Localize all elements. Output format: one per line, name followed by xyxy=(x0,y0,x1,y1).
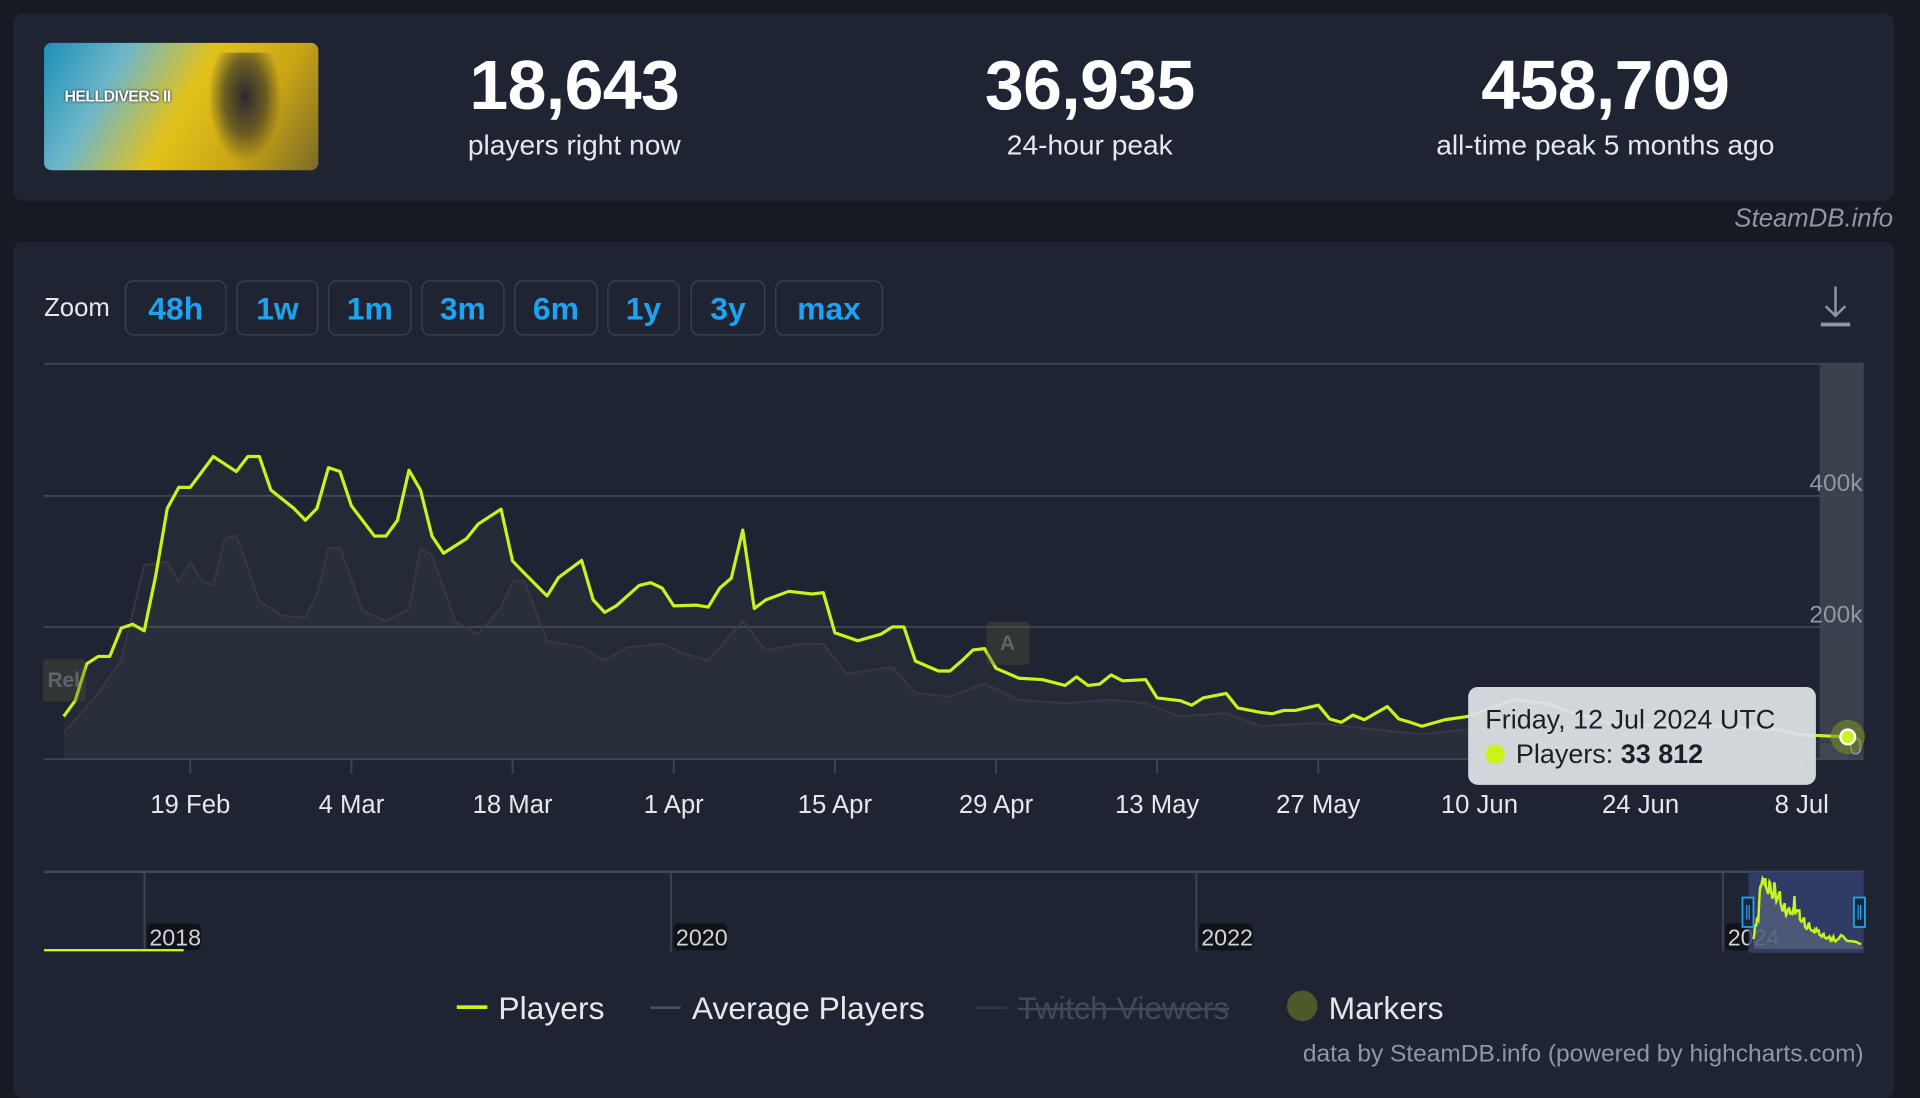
players-dot-icon xyxy=(1485,744,1505,764)
y-tick-label: 400k xyxy=(1809,470,1863,497)
players-line-icon xyxy=(457,1005,488,1009)
x-tick-label: 18 Mar xyxy=(473,791,553,819)
player-count-chart[interactable]: 0200k400k 19 Feb4 Mar18 Mar1 Apr15 Apr29… xyxy=(0,0,1920,1080)
x-tick-label: 29 Apr xyxy=(959,791,1034,819)
navigator-handle[interactable] xyxy=(1854,898,1865,927)
marker-label: A xyxy=(1000,632,1015,655)
tooltip-value: 33 812 xyxy=(1621,738,1703,769)
twitch-line-icon xyxy=(976,1007,1007,1009)
x-tick-label: 27 May xyxy=(1276,791,1360,819)
legend-label: Players xyxy=(498,989,604,1026)
x-tick-label: 1 Apr xyxy=(644,791,704,819)
x-tick-label: 15 Apr xyxy=(798,791,873,819)
credits-link[interactable]: data by SteamDB.info (powered by highcha… xyxy=(1303,1041,1864,1069)
legend-item-average-players[interactable]: Average Players xyxy=(650,989,925,1027)
plot-band-highlight xyxy=(1820,364,1864,760)
average-line-icon xyxy=(650,1007,681,1009)
x-tick-label: 13 May xyxy=(1115,791,1199,819)
legend-item-twitch-viewers[interactable]: Twitch Viewers xyxy=(976,989,1229,1027)
tooltip-series-label: Players: xyxy=(1516,738,1613,769)
markers-circle-icon xyxy=(1287,991,1318,1022)
marker-label: Rel xyxy=(47,669,79,692)
navigator-handle[interactable] xyxy=(1742,898,1753,927)
steamdb-chart-page: HELLDIVERS II 18,643 players right now 3… xyxy=(0,0,1920,1080)
navigator-year-label: 2020 xyxy=(676,924,728,950)
x-tick-label: 24 Jun xyxy=(1602,791,1679,819)
legend-label: Average Players xyxy=(692,989,925,1026)
navigator-year-label: 2018 xyxy=(149,924,201,950)
legend-item-players[interactable]: Players xyxy=(457,989,605,1027)
navigator-year-label: 2022 xyxy=(1201,924,1253,950)
legend-label: Markers xyxy=(1329,989,1444,1026)
x-tick-label: 4 Mar xyxy=(319,791,385,819)
tooltip: Friday, 12 Jul 2024 UTC Players: 33 812 xyxy=(1468,687,1816,785)
tooltip-players-row: Players: 33 812 xyxy=(1485,738,1703,770)
x-tick-label: 8 Jul xyxy=(1775,791,1829,819)
hover-point xyxy=(1840,730,1855,745)
y-tick-label: 200k xyxy=(1809,602,1863,629)
tooltip-date: Friday, 12 Jul 2024 UTC xyxy=(1485,704,1775,736)
x-tick-label: 10 Jun xyxy=(1441,791,1518,819)
legend-item-markers[interactable]: Markers xyxy=(1287,989,1444,1027)
legend-label: Twitch Viewers xyxy=(1018,989,1230,1026)
x-tick-label: 19 Feb xyxy=(150,791,230,819)
